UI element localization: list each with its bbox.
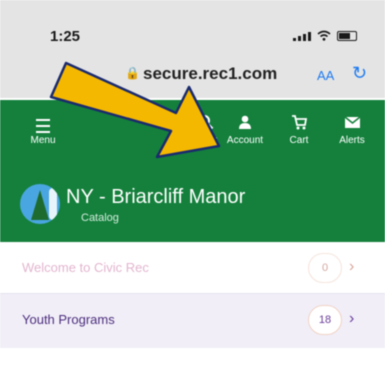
hamburger-icon — [21, 114, 65, 134]
alerts-button[interactable]: Alerts — [330, 114, 374, 146]
account-label: Account — [226, 135, 264, 146]
alerts-label: Alerts — [339, 135, 365, 146]
text-size-button[interactable]: AA — [317, 68, 334, 83]
cart-label: Cart — [289, 135, 309, 146]
chevron-right-icon: › — [349, 258, 355, 275]
category-row-youth-programs[interactable]: Youth Programs 18 › — [0, 293, 385, 348]
site-subtitle: Catalog — [81, 212, 119, 224]
chevron-right-icon: › — [349, 310, 355, 327]
filter-button[interactable]: Filter — [184, 114, 228, 146]
category-label: Welcome to Civic Rec — [22, 260, 149, 275]
category-label: Youth Programs — [22, 312, 115, 327]
status-icons — [293, 30, 357, 41]
search-icon — [184, 114, 228, 134]
person-icon — [223, 114, 267, 134]
mail-icon — [330, 114, 374, 134]
menu-label: Menu — [30, 135, 56, 146]
account-button[interactable]: Account — [223, 114, 267, 146]
url-text[interactable]: secure.rec1.com — [143, 64, 277, 84]
site-logo — [20, 184, 60, 224]
category-count-badge: 18 — [308, 305, 342, 335]
cart-button[interactable]: Cart — [277, 114, 321, 146]
site-title: NY - Briarcliff Manor — [66, 186, 246, 208]
filter-label: Filter — [194, 135, 218, 146]
status-time: 1:25 — [50, 28, 81, 45]
menu-button[interactable]: Menu — [21, 114, 65, 146]
cart-icon — [277, 114, 321, 134]
reload-icon[interactable]: ↻ — [352, 63, 367, 84]
category-count-badge: 0 — [308, 253, 342, 283]
status-bar: 1:25 — [0, 0, 385, 58]
lock-icon: 🔒 — [125, 66, 140, 80]
wifi-icon — [317, 30, 331, 41]
category-row-welcome[interactable]: Welcome to Civic Rec 0 › — [0, 242, 385, 296]
signal-icon — [293, 31, 311, 41]
battery-icon — [337, 31, 357, 41]
